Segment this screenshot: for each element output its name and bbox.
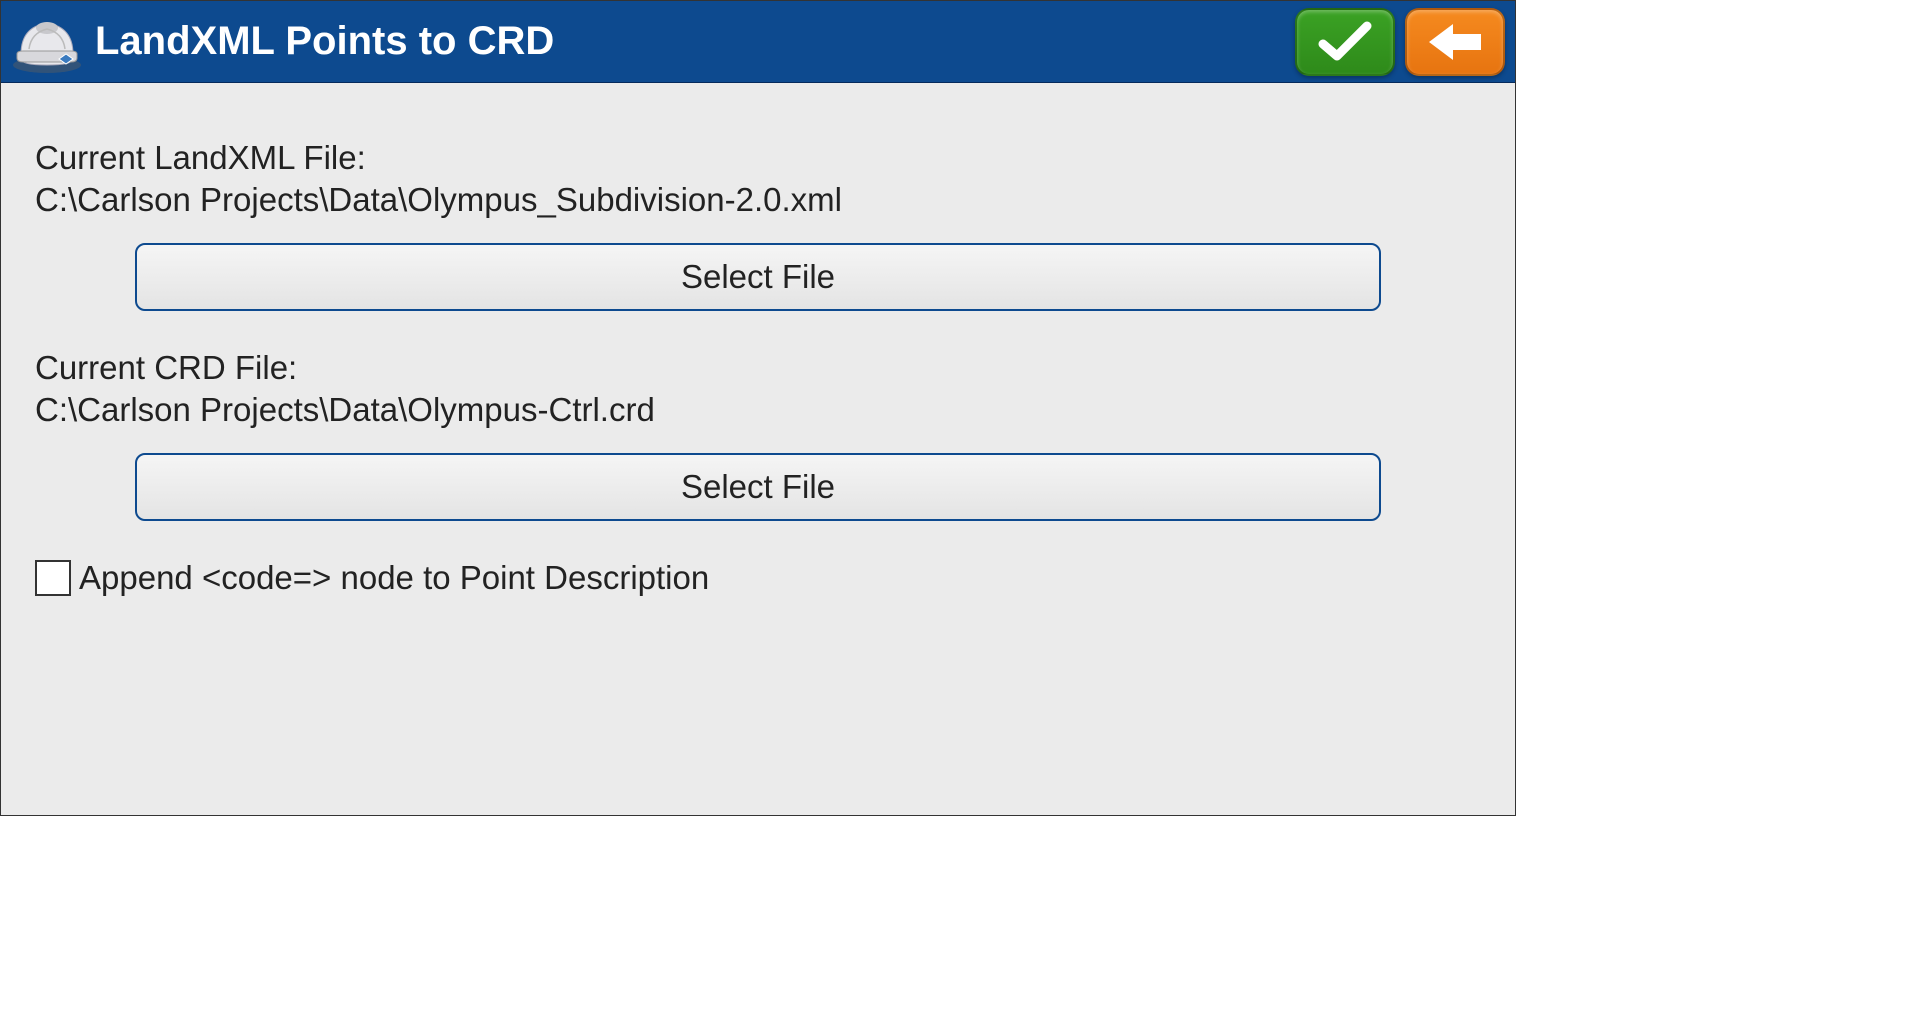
append-checkbox[interactable] xyxy=(35,560,71,596)
landxml-label: Current LandXML File: xyxy=(35,139,1481,177)
page-title: LandXML Points to CRD xyxy=(95,19,1285,64)
crd-path: C:\Carlson Projects\Data\Olympus-Ctrl.cr… xyxy=(35,391,1481,429)
main-content: Current LandXML File: C:\Carlson Project… xyxy=(1,83,1515,815)
append-checkbox-label: Append <code=> node to Point Description xyxy=(79,559,709,597)
append-option-row: Append <code=> node to Point Description xyxy=(35,559,1481,597)
crd-label: Current CRD File: xyxy=(35,349,1481,387)
landxml-path: C:\Carlson Projects\Data\Olympus_Subdivi… xyxy=(35,181,1481,219)
ok-button[interactable] xyxy=(1295,8,1395,76)
titlebar: LandXML Points to CRD xyxy=(1,1,1515,83)
app-icon xyxy=(9,7,85,77)
check-icon xyxy=(1317,20,1373,64)
back-button[interactable] xyxy=(1405,8,1505,76)
select-crd-button[interactable]: Select File xyxy=(135,453,1381,521)
arrow-left-icon xyxy=(1423,20,1487,64)
select-landxml-button[interactable]: Select File xyxy=(135,243,1381,311)
